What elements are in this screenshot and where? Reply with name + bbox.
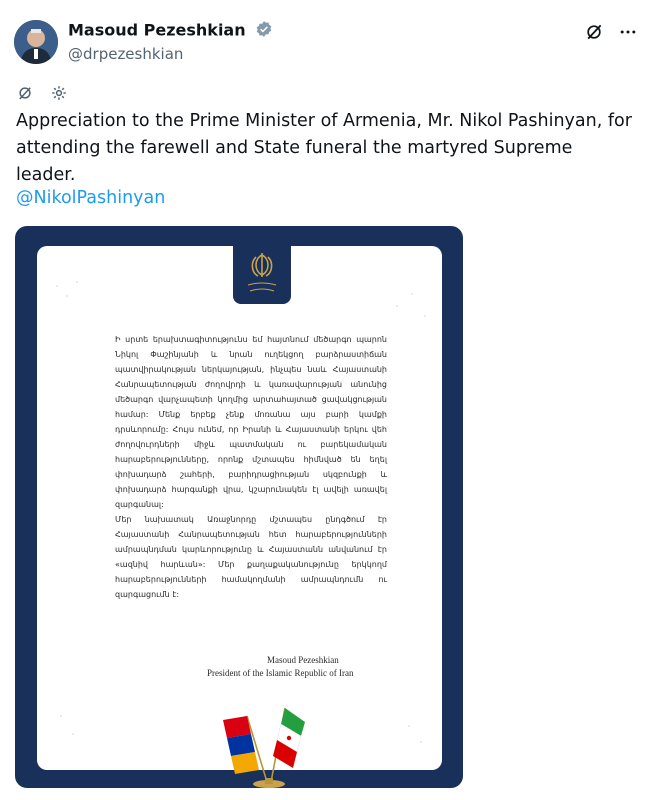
verified-badge-icon [255, 20, 273, 42]
translate-icon[interactable] [16, 84, 34, 102]
avatar[interactable] [14, 20, 58, 64]
letter-body: Ի սրտե երախտագիտությունս եմ հայտնում մեծ… [115, 335, 387, 599]
settings-icon[interactable] [50, 84, 68, 102]
armenia-iran-flags-image [223, 707, 305, 788]
author-name-text[interactable]: Masoud Pezeshkian [68, 21, 246, 40]
letter-paper: Ի սրտե երախտագիտությունս եմ հայտնում մեծ… [37, 246, 442, 788]
more-icon[interactable] [618, 22, 638, 42]
grok-icon[interactable] [584, 22, 604, 42]
signature-name: Masoud Pezeshkian [267, 655, 339, 665]
tweet-media-letter[interactable]: Ի սրտե երախտագիտությունս եմ հայտնում մեծ… [15, 226, 463, 788]
author-name[interactable]: Masoud Pezeshkian [68, 20, 273, 42]
author-handle[interactable]: @drpezeshkian [68, 45, 183, 63]
mention-link[interactable]: @NikolPashinyan [16, 188, 165, 208]
signature-title: President of the Islamic Republic of Ira… [207, 668, 354, 678]
iran-presidency-emblem [233, 246, 291, 304]
tweet-text: Appreciation to the Prime Minister of Ar… [16, 111, 632, 185]
